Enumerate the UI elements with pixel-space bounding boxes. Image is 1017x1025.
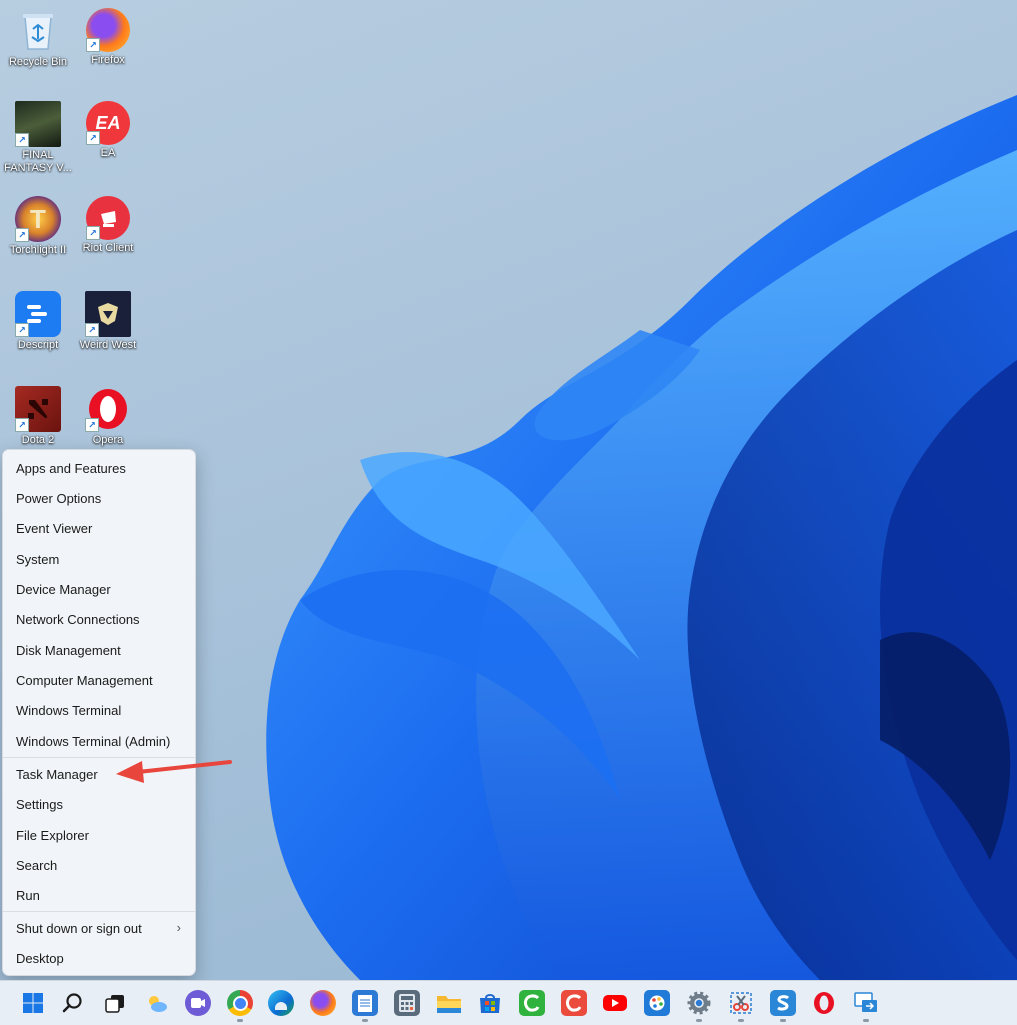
dota-icon: ↗ (15, 386, 61, 432)
widgets-icon[interactable] (144, 990, 170, 1016)
menu-item-disk-management[interactable]: Disk Management (3, 636, 195, 664)
file-explorer-icon[interactable] (436, 990, 462, 1016)
chat-icon[interactable] (185, 990, 211, 1016)
task-view-icon[interactable] (102, 990, 128, 1016)
menu-item-apps-and-features[interactable]: Apps and Features (3, 454, 195, 482)
menu-item-search[interactable]: Search (3, 851, 195, 879)
menu-item-network-connections[interactable]: Network Connections (3, 605, 195, 633)
search-icon[interactable] (60, 990, 86, 1016)
desktop-icon-label: Opera (92, 434, 124, 446)
running-indicator (362, 1019, 368, 1022)
edge-icon[interactable] (268, 990, 294, 1016)
desktop-icon-weird-west[interactable]: ↗ Weird West (70, 291, 146, 352)
snagit-icon[interactable] (770, 990, 796, 1016)
menu-item-computer-management[interactable]: Computer Management (3, 666, 195, 694)
ea-icon: EA ↗ (86, 101, 130, 145)
annotation-arrow-icon (116, 760, 232, 783)
torchlight-icon: T ↗ (15, 196, 61, 242)
desktop-icon-label: Torchlight II (9, 244, 67, 256)
desktop-icon-dota[interactable]: ↗ Dota 2 (0, 386, 76, 447)
desktop-icon-label: Firefox (91, 54, 125, 66)
remote-icon[interactable] (853, 990, 879, 1016)
firefox-icon: ↗ (86, 8, 130, 52)
shortcut-arrow-icon: ↗ (15, 418, 29, 432)
desktop-icon-final-fantasy[interactable]: ↗ FINAL FANTASY V... (0, 101, 76, 175)
weird-west-icon: ↗ (85, 291, 131, 337)
opera-icon: ↗ (85, 386, 131, 432)
shortcut-arrow-icon: ↗ (85, 418, 99, 432)
firefox-icon[interactable] (310, 990, 336, 1016)
desktop-icon-label: Weird West (79, 339, 137, 351)
desktop-icon-label: Dota 2 (21, 434, 55, 446)
shortcut-arrow-icon: ↗ (85, 323, 99, 337)
calculator-icon[interactable] (394, 990, 420, 1016)
start-icon[interactable] (20, 990, 46, 1016)
running-indicator (780, 1019, 786, 1022)
running-indicator (237, 1019, 243, 1022)
youtube-icon[interactable] (602, 990, 628, 1016)
menu-item-shut-down-or-sign-out[interactable]: Shut down or sign out › (3, 914, 195, 942)
camtasia-recorder-icon[interactable] (561, 990, 587, 1016)
desktop-icon-label: EA (100, 147, 116, 159)
winx-context-menu: Apps and Features Power Options Event Vi… (2, 449, 196, 976)
store-icon[interactable] (477, 990, 503, 1016)
descript-icon: ↗ (15, 291, 61, 337)
menu-item-device-manager[interactable]: Device Manager (3, 575, 195, 603)
menu-item-file-explorer[interactable]: File Explorer (3, 821, 195, 849)
opera-icon[interactable] (811, 990, 837, 1016)
menu-item-desktop[interactable]: Desktop (3, 944, 195, 972)
chevron-right-icon: › (176, 920, 181, 935)
menu-item-windows-terminal[interactable]: Windows Terminal (3, 696, 195, 724)
desktop-icon-riot-client[interactable]: ↗ Riot Client (70, 196, 146, 255)
desktop-icon-firefox[interactable]: ↗ Firefox (70, 8, 146, 67)
running-indicator (863, 1019, 869, 1022)
riot-client-icon: ↗ (86, 196, 130, 240)
shortcut-arrow-icon: ↗ (86, 38, 100, 52)
snipping-tool-icon[interactable] (728, 990, 754, 1016)
desktop-icon-label: Descript (17, 339, 59, 351)
menu-item-settings[interactable]: Settings (3, 790, 195, 818)
taskbar (0, 980, 1017, 1025)
running-indicator (738, 1019, 744, 1022)
desktop-icon-label: Recycle Bin (8, 56, 68, 68)
shortcut-arrow-icon: ↗ (86, 226, 100, 240)
camtasia-icon[interactable] (519, 990, 545, 1016)
desktop-icon-recycle-bin[interactable]: Recycle Bin (0, 8, 76, 69)
notepad-icon[interactable] (352, 990, 378, 1016)
chrome-icon[interactable] (227, 990, 253, 1016)
recycle-bin-icon (15, 8, 61, 54)
shortcut-arrow-icon: ↗ (15, 133, 29, 147)
desktop-icon-label: FINAL FANTASY V... (4, 149, 72, 174)
desktop-icon-label: Riot Client (82, 242, 134, 254)
torchlight-logo-text: T (30, 203, 46, 234)
settings-icon[interactable] (686, 990, 712, 1016)
menu-item-event-viewer[interactable]: Event Viewer (3, 514, 195, 542)
shortcut-arrow-icon: ↗ (15, 323, 29, 337)
menu-item-run[interactable]: Run (3, 881, 195, 909)
desktop-icon-torchlight[interactable]: T ↗ Torchlight II (0, 196, 76, 257)
running-indicator (696, 1019, 702, 1022)
shortcut-arrow-icon: ↗ (15, 228, 29, 242)
paint-icon[interactable] (644, 990, 670, 1016)
shortcut-arrow-icon: ↗ (86, 131, 100, 145)
menu-item-power-options[interactable]: Power Options (3, 484, 195, 512)
menu-item-windows-terminal-admin[interactable]: Windows Terminal (Admin) (3, 727, 195, 755)
ea-logo-text: EA (95, 112, 121, 133)
final-fantasy-icon: ↗ (15, 101, 61, 147)
desktop-icon-opera[interactable]: ↗ Opera (70, 386, 146, 447)
menu-item-label: Shut down or sign out (16, 920, 142, 936)
desktop-icon-descript[interactable]: ↗ Descript (0, 291, 76, 352)
menu-separator (3, 911, 195, 912)
desktop-icon-ea[interactable]: EA ↗ EA (70, 101, 146, 160)
menu-item-system[interactable]: System (3, 545, 195, 573)
